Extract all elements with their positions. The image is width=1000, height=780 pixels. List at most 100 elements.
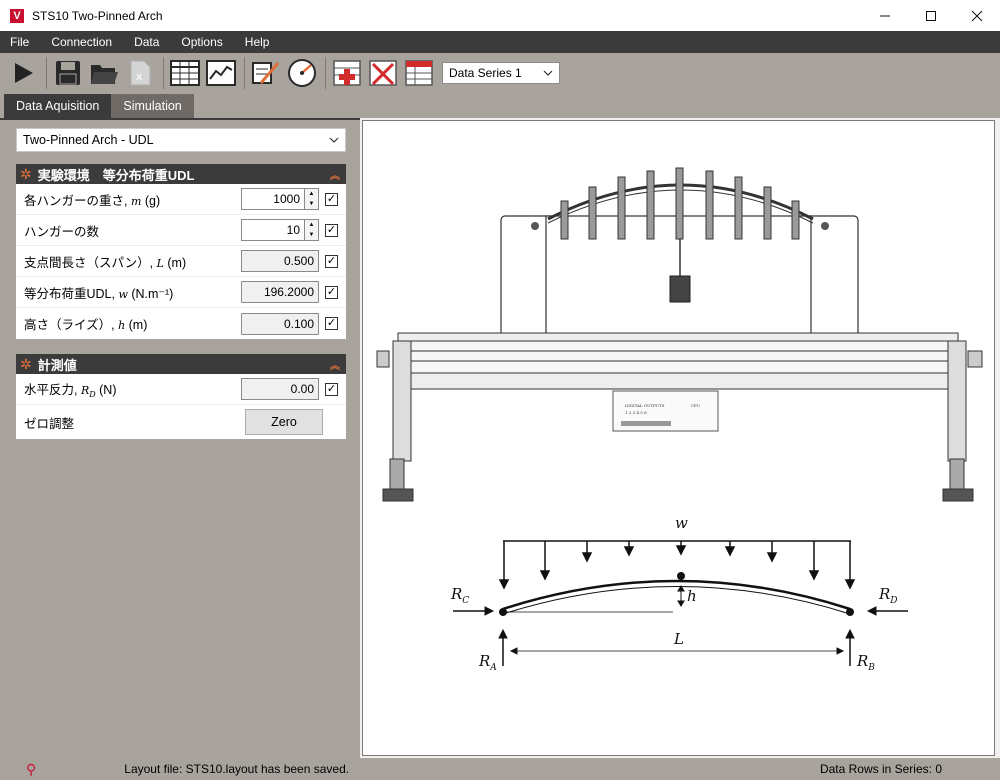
rise-row: 高さ（ライズ）, h (m) 0.100 ✓: [16, 308, 346, 339]
open-folder-icon: [91, 65, 118, 84]
save-button[interactable]: [51, 56, 85, 90]
status-message: Layout file: STS10.layout has been saved…: [124, 762, 350, 776]
horizontal-reaction-label: 水平反力, RD (N): [24, 382, 117, 400]
apparatus-illustration: DIGITAL OUTPUTS 1 2 3 4 5 6 CPU w h L RC…: [376, 167, 983, 673]
zero-row: ゼロ調整 Zero: [16, 405, 346, 439]
hanger-mass-stepper[interactable]: ▲ ▼: [305, 188, 319, 210]
hanger-mass-row: 各ハンガーの重さ, m (g) 1000 ▲ ▼ ✓: [16, 184, 346, 215]
span-label: L: [673, 630, 684, 648]
gauge-button[interactable]: [285, 56, 319, 90]
tab-simulation[interactable]: Simulation: [111, 94, 194, 118]
experiment-select[interactable]: Two-Pinned Arch - UDL: [16, 128, 346, 152]
tab-data-aquisition[interactable]: Data Aquisition: [4, 94, 112, 118]
chevron-down-icon: [329, 137, 339, 143]
menu-file[interactable]: File: [8, 35, 31, 49]
setup-section-title: 実験環境 等分布荷重UDL: [37, 167, 195, 183]
load-label: w: [675, 514, 688, 532]
base-beam: [376, 332, 983, 390]
graph-view-button[interactable]: [204, 56, 238, 90]
hanger-count-row: ハンガーの数 10 ▲ ▼ ✓: [16, 215, 346, 246]
menu-connection[interactable]: Connection: [49, 35, 114, 49]
tab-strip: Data Aquisition Simulation: [0, 93, 1000, 118]
horizontal-reaction-checkbox[interactable]: ✓: [325, 382, 338, 396]
delete-icon: [369, 60, 397, 86]
measure-section: ✲ 計測値 ︽ 水平反力, RD (N) 0.00 ✓ ゼロ調整 Zero: [16, 354, 346, 439]
hanger-count-input[interactable]: 10: [241, 219, 305, 241]
setup-section-header[interactable]: ✲ 実験環境 等分布荷重UDL ︽: [16, 164, 346, 184]
digital-output-panel: DIGITAL OUTPUTS 1 2 3 4 5 6 CPU: [612, 390, 719, 432]
spin-up-icon[interactable]: ▲: [305, 189, 318, 199]
table-view-button[interactable]: [168, 56, 202, 90]
hanger-mass-input[interactable]: 1000: [241, 188, 305, 210]
data-rows-count: Data Rows in Series: 0: [819, 762, 942, 776]
toolbar: x Data Series 1: [0, 53, 1000, 93]
svg-text:x: x: [136, 70, 143, 83]
gear-icon: ✲: [20, 355, 32, 372]
experiment-select-value: Two-Pinned Arch - UDL: [23, 133, 154, 147]
measure-section-header[interactable]: ✲ 計測値 ︽: [16, 354, 346, 374]
toolbar-separator: [244, 57, 245, 89]
gauge-icon: [288, 59, 316, 87]
menu-bar: File Connection Data Options Help: [0, 31, 1000, 53]
add-row-button[interactable]: [330, 56, 364, 90]
hanger-count-stepper[interactable]: ▲ ▼: [305, 219, 319, 241]
span-length-label: 支点間長さ（スパン）, L (m): [24, 255, 187, 270]
delete-row-button[interactable]: [366, 56, 400, 90]
weight-icon: [669, 275, 691, 303]
reaction-b-label: RB: [856, 652, 875, 673]
chevron-down-icon: [543, 70, 553, 76]
rise-label: 高さ（ライズ）, h (m): [24, 318, 148, 332]
menu-data[interactable]: Data: [132, 35, 161, 49]
clear-table-button[interactable]: [402, 56, 436, 90]
spin-up-icon[interactable]: ▲: [305, 220, 318, 230]
toolbar-separator: [46, 57, 47, 89]
open-button[interactable]: [87, 56, 121, 90]
play-icon: [15, 63, 33, 83]
minimize-icon: [880, 15, 890, 16]
gear-icon: ✲: [20, 165, 32, 182]
close-button[interactable]: [954, 0, 1000, 31]
span-length-field: 0.500: [241, 250, 319, 272]
minimize-button[interactable]: [862, 0, 908, 31]
collapse-icon[interactable]: ︽: [330, 167, 340, 182]
left-panel: Two-Pinned Arch - UDL ✲ 実験環境 等分布荷重UDL ︽ …: [0, 118, 360, 758]
add-row-icon: [333, 60, 361, 86]
run-button[interactable]: [6, 56, 40, 90]
rise-field: 0.100: [241, 312, 319, 335]
app-logo-icon: V: [10, 8, 24, 23]
menu-options[interactable]: Options: [179, 35, 224, 49]
title-bar: V STS10 Two-Pinned Arch: [0, 0, 1000, 31]
zero-label: ゼロ調整: [24, 416, 75, 431]
data-series-select[interactable]: Data Series 1: [442, 62, 560, 84]
save-icon: [56, 61, 80, 85]
reaction-a-label: RA: [478, 652, 497, 673]
toolbar-separator: [163, 57, 164, 89]
rise-checkbox[interactable]: ✓: [325, 317, 338, 330]
menu-help[interactable]: Help: [243, 35, 272, 49]
span-length-checkbox[interactable]: ✓: [325, 254, 338, 268]
svg-text:DIGITAL OUTPUTS: DIGITAL OUTPUTS: [625, 403, 665, 408]
hanger-mass-checkbox[interactable]: ✓: [325, 192, 338, 206]
measure-section-title: 計測値: [37, 357, 77, 373]
spin-down-icon[interactable]: ▼: [305, 199, 318, 209]
spin-down-icon[interactable]: ▼: [305, 230, 318, 240]
close-icon: [971, 10, 983, 21]
clear-table-icon: [405, 60, 433, 86]
reaction-c-label: RC: [450, 585, 469, 606]
setup-section: ✲ 実験環境 等分布荷重UDL ︽ 各ハンガーの重さ, m (g) 1000 ▲…: [16, 164, 346, 339]
zero-button[interactable]: Zero: [245, 409, 323, 435]
svg-text:CPU: CPU: [691, 403, 701, 408]
udl-label: 等分布荷重UDL, w (N.m⁻¹): [24, 286, 174, 301]
window-controls: [862, 0, 1000, 31]
hanger-mass-label: 各ハンガーの重さ, m (g): [24, 193, 161, 208]
export-excel-icon: x: [130, 60, 151, 86]
maximize-button[interactable]: [908, 0, 954, 31]
svg-text:1 2 3 4 5 6: 1 2 3 4 5 6: [625, 410, 647, 415]
udl-checkbox[interactable]: ✓: [325, 285, 338, 299]
collapse-icon[interactable]: ︽: [330, 357, 340, 372]
rd-symbol: RD: [80, 383, 96, 400]
export-excel-button[interactable]: x: [123, 56, 157, 90]
hanger-count-checkbox[interactable]: ✓: [325, 223, 338, 237]
maximize-icon: [926, 10, 936, 21]
edit-chart-button[interactable]: [249, 56, 283, 90]
